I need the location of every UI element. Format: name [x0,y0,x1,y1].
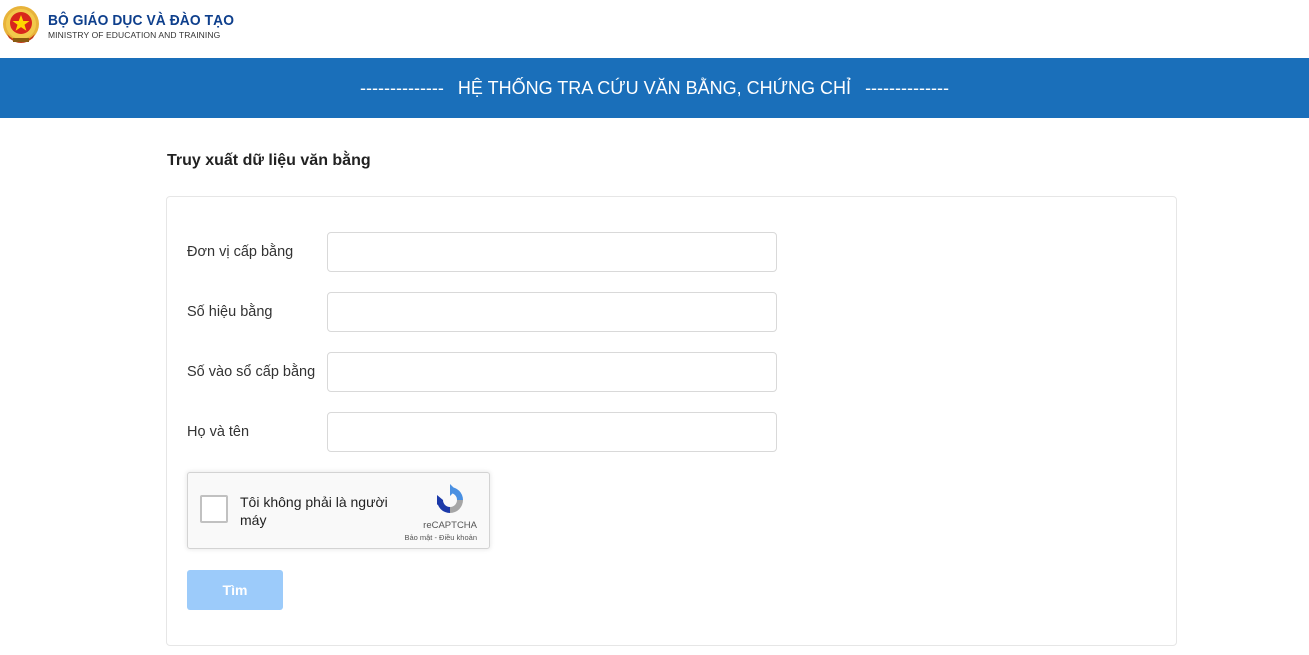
field-row-full-name: Họ và tên [187,412,787,452]
issuer-input[interactable] [327,232,777,272]
field-row-registry-number: Số vào sổ cấp bằng [187,352,787,392]
diploma-number-input[interactable] [327,292,777,332]
banner-dash-right: -------------- [865,77,949,98]
field-row-diploma-number: Số hiệu bằng [187,292,787,332]
field-row-issuer: Đơn vị cấp bằng [187,232,787,272]
top-header: BỘ GIÁO DỤC VÀ ĐÀO TẠO MINISTRY OF EDUCA… [0,0,1309,58]
system-banner: -------------- HỆ THỐNG TRA CỨU VĂN BẰNG… [0,58,1309,118]
search-form-card: Đơn vị cấp bằng Số hiệu bằng Số vào sổ c… [166,196,1177,646]
brand-title: BỘ GIÁO DỤC VÀ ĐÀO TẠO [48,12,235,29]
recaptcha-widget: Tôi không phải là người máy reCAPTCHA Bả… [187,472,490,549]
banner-dash-left: -------------- [360,77,444,98]
issuer-label: Đơn vị cấp bằng [187,244,294,260]
national-emblem-icon[interactable] [1,4,41,48]
recaptcha-icon [437,484,463,513]
registry-number-input[interactable] [327,352,777,392]
recaptcha-checkbox[interactable] [200,495,228,523]
recaptcha-label: Tôi không phải là người máy [240,494,388,528]
recaptcha-links[interactable]: Bảo mật - Điều khoản [404,533,477,542]
banner-title: HỆ THỐNG TRA CỨU VĂN BẰNG, CHỨNG CHỈ [457,77,852,98]
brand[interactable]: BỘ GIÁO DỤC VÀ ĐÀO TẠO MINISTRY OF EDUCA… [48,12,250,40]
brand-subtitle: MINISTRY OF EDUCATION AND TRAINING [48,30,221,40]
page-title: Truy xuất dữ liệu văn bằng [167,152,371,169]
search-button[interactable]: Tìm [187,570,283,610]
recaptcha-brand: reCAPTCHA [423,520,477,531]
diploma-number-label: Số hiệu bằng [187,304,273,320]
full-name-input[interactable] [327,412,777,452]
registry-number-label: Số vào sổ cấp bằng [187,364,316,380]
full-name-label: Họ và tên [187,424,250,440]
